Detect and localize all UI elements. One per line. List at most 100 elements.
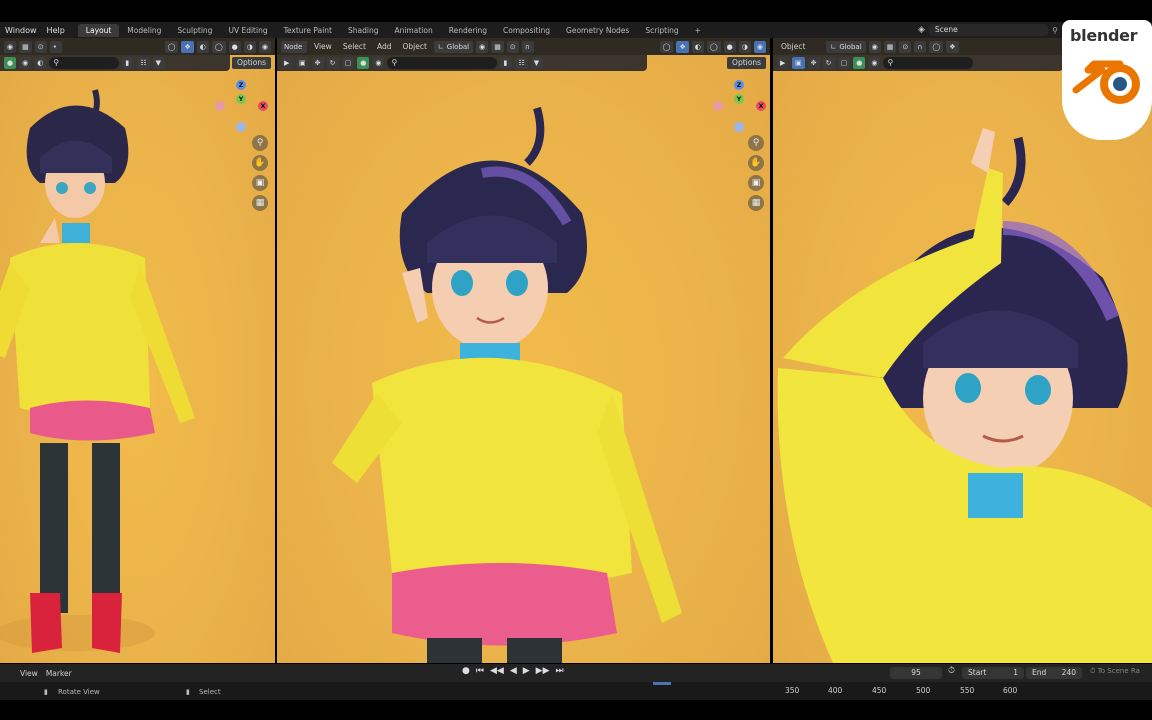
material-shading-icon[interactable]: ◑ (738, 40, 751, 53)
mode-select[interactable]: Node (281, 40, 307, 53)
search-icon[interactable]: ⚲ (49, 57, 120, 69)
pivot-icon[interactable]: ◉ (476, 40, 489, 53)
move-icon[interactable]: ✥ (807, 57, 820, 69)
visibility-icon[interactable]: ◯ (164, 40, 179, 53)
tab-animation[interactable]: Animation (386, 24, 440, 37)
orientation-select[interactable]: ∟ Global (433, 40, 474, 53)
scale-icon[interactable]: ▢ (341, 57, 355, 69)
visibility-icon[interactable]: ◯ (659, 40, 674, 53)
axis-y-icon[interactable]: Y (236, 94, 246, 104)
snap-icon[interactable]: ▦ (883, 40, 897, 53)
tab-uv-editing[interactable]: UV Editing (220, 24, 275, 37)
axis-z-icon[interactable]: Z (236, 80, 246, 90)
sphere-icon[interactable]: ◉ (19, 57, 32, 69)
search-icon[interactable]: ⚲ (883, 57, 974, 69)
play-camera-icon[interactable]: ▶ (777, 57, 789, 69)
axis-z-icon[interactable]: Z (734, 80, 744, 90)
axis-neg-x-icon[interactable] (713, 101, 723, 111)
proportional-icon[interactable]: ⊙ (506, 40, 519, 53)
hierarchy-icon[interactable]: ☷ (137, 57, 150, 69)
wireframe-shading-icon[interactable]: ◯ (211, 40, 226, 53)
play-icon[interactable]: ▶ (523, 666, 530, 676)
mode-select[interactable]: Object (777, 42, 809, 51)
end-frame-field[interactable]: End 240 (1026, 667, 1082, 679)
wireframe-shading-icon[interactable]: ◯ (706, 40, 721, 53)
hierarchy-icon[interactable]: ☷ (515, 57, 528, 69)
color-icon[interactable]: ● (357, 57, 370, 69)
snap-icon[interactable]: ▦ (491, 40, 504, 53)
bookmark-icon[interactable]: ▮ (500, 57, 513, 69)
solid-shading-icon[interactable]: ● (228, 40, 241, 53)
grid-icon[interactable]: ▦ (748, 195, 764, 211)
color-icon[interactable]: ● (4, 57, 17, 69)
tab-rendering[interactable]: Rendering (441, 24, 495, 37)
menu-object[interactable]: Object (398, 42, 430, 51)
menu-window[interactable]: Window (0, 26, 42, 35)
tab-layout[interactable]: Layout (77, 23, 120, 37)
next-keyframe-icon[interactable]: ▶▶ (536, 666, 550, 676)
gizmo-icon[interactable]: ❖ (946, 40, 959, 53)
tab-shading[interactable]: Shading (340, 24, 386, 37)
scale-icon[interactable]: ▢ (837, 57, 851, 69)
camera-icon[interactable]: ▣ (748, 175, 764, 191)
sphere-icon[interactable]: ◉ (868, 57, 881, 69)
jump-start-icon[interactable]: ⏮ (476, 666, 484, 676)
proportional-icon[interactable]: ⊙ (899, 40, 912, 53)
transform-icon[interactable]: • (49, 40, 62, 53)
options-button[interactable]: Options (232, 57, 271, 69)
axis-neg-z-icon[interactable] (236, 122, 246, 132)
record-icon[interactable]: ● (462, 666, 470, 676)
pan-hand-icon[interactable]: ✋ (252, 155, 268, 171)
play-reverse-icon[interactable]: ◀ (510, 666, 517, 676)
move-icon[interactable]: ✥ (311, 57, 324, 69)
scene-selector[interactable]: ◈ Scene ⚲ (918, 24, 1058, 36)
grid-icon[interactable]: ▦ (252, 195, 268, 211)
axis-x-icon[interactable]: X (258, 101, 268, 111)
jump-end-icon[interactable]: ⏭ (556, 666, 564, 676)
falloff-icon[interactable]: ∩ (914, 40, 927, 53)
world-icon[interactable]: ◐ (34, 57, 47, 69)
filter-icon[interactable]: ▼ (530, 57, 543, 69)
rotate-icon[interactable]: ↻ (822, 57, 835, 69)
search-icon[interactable]: ⚲ (387, 57, 498, 69)
menu-select[interactable]: Select (339, 42, 370, 51)
menu-view[interactable]: View (310, 42, 336, 51)
solid-shading-icon[interactable]: ● (723, 40, 736, 53)
zoom-icon[interactable]: ⚲ (748, 135, 764, 151)
visibility-icon[interactable]: ◯ (929, 40, 944, 53)
pivot-icon[interactable]: ◉ (868, 40, 881, 53)
select-box-icon[interactable]: ▣ (296, 57, 309, 69)
axis-x-icon[interactable]: X (756, 101, 766, 111)
falloff-icon[interactable]: ∩ (521, 40, 534, 53)
frame-ruler[interactable]: 350 400 450 500 550 600 (780, 686, 1080, 698)
options-button[interactable]: Options (727, 57, 766, 69)
add-workspace-button[interactable]: + (687, 24, 709, 37)
overlay-icon[interactable]: ◐ (196, 40, 209, 53)
sphere-icon[interactable]: ◉ (372, 57, 385, 69)
scene-field[interactable]: Scene (928, 24, 1049, 36)
menu-add[interactable]: Add (373, 42, 396, 51)
proportional-icon[interactable]: ⊙ (34, 40, 47, 53)
camera-icon[interactable]: ▣ (252, 175, 268, 191)
tab-sculpting[interactable]: Sculpting (169, 24, 220, 37)
menu-help[interactable]: Help (42, 26, 70, 35)
select-box-icon[interactable]: ▣ (792, 57, 805, 69)
rendered-shading-icon[interactable]: ◉ (258, 40, 271, 53)
rendered-shading-icon[interactable]: ◉ (753, 40, 766, 53)
snap-icon[interactable]: ▦ (19, 40, 32, 53)
current-frame-field[interactable]: 95 (890, 667, 942, 679)
prev-keyframe-icon[interactable]: ◀◀ (490, 666, 504, 676)
zoom-icon[interactable]: ⚲ (252, 135, 268, 151)
pan-hand-icon[interactable]: ✋ (748, 155, 764, 171)
tab-scripting[interactable]: Scripting (637, 24, 686, 37)
rotate-icon[interactable]: ↻ (326, 57, 339, 69)
tab-geometry-nodes[interactable]: Geometry Nodes (558, 24, 637, 37)
bookmark-icon[interactable]: ▮ (122, 57, 135, 69)
axis-y-icon[interactable]: Y (734, 94, 744, 104)
axis-neg-z-icon[interactable] (734, 122, 744, 132)
gizmo-icon[interactable]: ❖ (181, 40, 194, 53)
material-shading-icon[interactable]: ◑ (243, 40, 256, 53)
to-scene-button[interactable]: ⏱ To Scene Ra (1090, 667, 1152, 676)
timeline-menu-marker[interactable]: Marker (42, 669, 76, 678)
stopwatch-icon[interactable]: ⏱ (948, 666, 955, 676)
